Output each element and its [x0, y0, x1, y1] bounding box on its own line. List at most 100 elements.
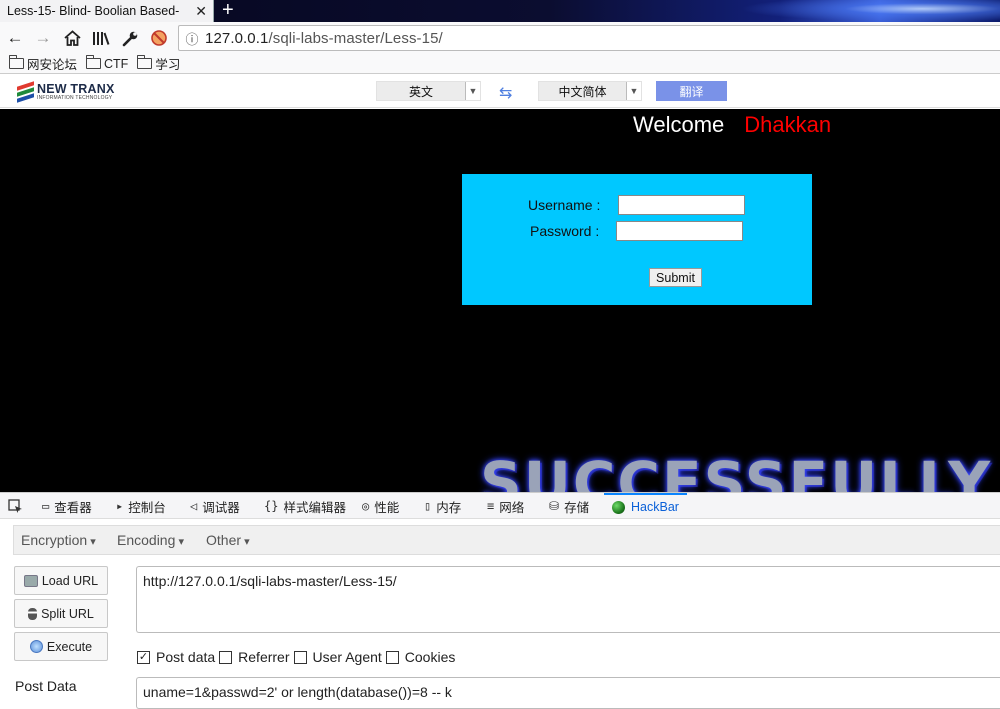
bookmark-ctf[interactable]: CTF: [85, 55, 129, 71]
newtranx-logo: NEW TRANX INFORMATION TECHNOLOGY: [17, 81, 115, 103]
forward-arrow-icon[interactable]: →: [32, 27, 54, 49]
username-label: Username :: [528, 197, 601, 213]
performance-icon: ◎: [362, 499, 370, 513]
welcome-heading: Welcome Dhakkan: [633, 112, 831, 138]
menu-encoding[interactable]: Encoding: [117, 532, 184, 548]
username-input[interactable]: [618, 195, 745, 215]
tab-label: 样式编辑器: [283, 500, 346, 515]
back-arrow-icon[interactable]: ←: [4, 27, 26, 49]
close-tab-icon[interactable]: ✕: [195, 3, 207, 19]
button-label: Split URL: [41, 606, 94, 621]
split-url-button[interactable]: Split URL: [14, 599, 108, 628]
navigation-bar: ← → ⓘ 127.0.0.1/sqli-labs-master/Less-15…: [0, 22, 1000, 54]
post-data-checkbox[interactable]: ✓ Post data: [137, 649, 215, 665]
element-picker-icon[interactable]: [8, 493, 23, 519]
network-icon: ≡: [487, 499, 495, 513]
password-label: Password :: [530, 223, 600, 239]
tab-strip: Less-15- Blind- Boolian Based- S ✕ +: [0, 0, 1000, 22]
checkbox-icon: [385, 650, 399, 664]
source-language-value: 英文: [408, 84, 433, 99]
bookmark-wangan[interactable]: 网安论坛: [8, 54, 78, 73]
swap-languages-icon[interactable]: ⇆: [499, 83, 512, 103]
success-banner: SUCCESSFULLY: [480, 449, 993, 492]
checkbox-icon: [219, 650, 233, 664]
checkbox-label: Referrer: [238, 649, 290, 665]
bookmark-label: 网安论坛: [27, 58, 78, 72]
url-text[interactable]: 127.0.0.1/sqli-labs-master/Less-15/: [205, 30, 443, 47]
debugger-icon: ◁: [190, 499, 198, 513]
tab-debugger[interactable]: ◁ 调试器: [190, 493, 240, 519]
chevron-down-icon: ▼: [465, 82, 480, 100]
tab-hackbar[interactable]: HackBar: [604, 493, 687, 519]
folder-icon: [85, 55, 102, 69]
logo-main-text: NEW TRANX: [37, 82, 115, 97]
load-url-button[interactable]: Load URL: [14, 566, 108, 595]
inspector-icon: ▭: [42, 499, 50, 513]
password-input[interactable]: [616, 221, 743, 241]
logo-sub-text: INFORMATION TECHNOLOGY: [37, 94, 113, 101]
bookmark-label: CTF: [104, 56, 129, 71]
tab-console[interactable]: ▸ 控制台: [116, 493, 166, 519]
logo-icon: [17, 81, 34, 103]
hackbar-icon: [612, 500, 625, 514]
scissors-icon: [28, 607, 38, 620]
hackbar-panel: Encryption Encoding Other Load URL Split…: [0, 519, 1000, 709]
checkbox-checked-icon: ✓: [137, 650, 150, 664]
home-icon[interactable]: [61, 27, 83, 49]
library-icon[interactable]: [90, 27, 112, 49]
cookies-checkbox[interactable]: Cookies: [385, 649, 456, 665]
tab-label: 网络: [499, 500, 525, 515]
load-icon: [23, 574, 38, 587]
tab-style-editor[interactable]: {} 样式编辑器: [264, 493, 346, 519]
tab-label: HackBar: [631, 500, 679, 514]
menu-other[interactable]: Other: [206, 532, 250, 548]
no-tracking-icon[interactable]: [148, 27, 170, 49]
browser-tab[interactable]: Less-15- Blind- Boolian Based- S ✕: [0, 0, 214, 22]
memory-icon: ▯: [424, 499, 432, 513]
tab-label: 存储: [564, 500, 590, 515]
execute-button[interactable]: Execute: [14, 632, 108, 661]
folder-icon: [136, 55, 153, 69]
storage-icon: ⛁: [549, 499, 560, 513]
post-data-label: Post Data: [15, 678, 77, 694]
checkbox-icon: [293, 650, 307, 664]
hackbar-menu: Encryption Encoding Other: [13, 525, 1000, 555]
tab-storage[interactable]: ⛁ 存储: [549, 493, 589, 519]
bookmark-icon: [8, 55, 24, 69]
submit-button[interactable]: Submit: [649, 268, 702, 287]
console-icon: ▸: [116, 499, 124, 513]
menu-encryption[interactable]: Encryption: [21, 532, 96, 548]
new-tab-icon[interactable]: +: [222, 0, 234, 21]
tab-memory[interactable]: ▯ 内存: [424, 493, 461, 519]
style-editor-icon: {}: [264, 499, 279, 513]
info-icon[interactable]: ⓘ: [179, 29, 205, 48]
tab-inspector[interactable]: ▭ 查看器: [42, 493, 92, 519]
button-label: Load URL: [41, 573, 99, 588]
checkbox-label: Cookies: [404, 649, 456, 665]
translate-button[interactable]: 翻译: [656, 81, 727, 101]
url-path: /sqli-labs-master/Less-15/: [268, 29, 443, 47]
page-content: Welcome Dhakkan Username : Password : Sub…: [0, 109, 1000, 492]
post-data-textarea[interactable]: uname=1&passwd=2' or length(database())=…: [136, 677, 1000, 709]
wrench-icon[interactable]: [119, 27, 141, 49]
chevron-down-icon: ▼: [626, 82, 641, 100]
tab-label: 性能: [374, 500, 400, 515]
bookmark-study[interactable]: 学习: [136, 54, 180, 73]
user-name: Dhakkan: [744, 112, 832, 137]
tab-label: 调试器: [202, 500, 240, 515]
url-host: 127.0.0.1: [205, 29, 269, 47]
checkbox-label: User Agent: [312, 649, 382, 665]
tab-network[interactable]: ≡ 网络: [487, 493, 524, 519]
target-language-select[interactable]: 中文简体 ▼: [538, 81, 642, 101]
theme-background: [740, 0, 1000, 22]
referrer-checkbox[interactable]: Referrer: [219, 649, 290, 665]
translate-bar: NEW TRANX INFORMATION TECHNOLOGY 英文 ▼ ⇆ …: [0, 75, 1000, 108]
tab-label: 查看器: [54, 500, 92, 515]
source-language-select[interactable]: 英文 ▼: [376, 81, 481, 101]
user-agent-checkbox[interactable]: User Agent: [293, 649, 382, 665]
url-textarea[interactable]: http://127.0.0.1/sqli-labs-master/Less-1…: [136, 566, 1000, 633]
address-bar[interactable]: ⓘ 127.0.0.1/sqli-labs-master/Less-15/: [178, 25, 1000, 51]
target-language-value: 中文简体: [558, 84, 607, 99]
tab-performance[interactable]: ◎ 性能: [362, 493, 399, 519]
login-form: Username : Password : Submit: [462, 174, 812, 305]
